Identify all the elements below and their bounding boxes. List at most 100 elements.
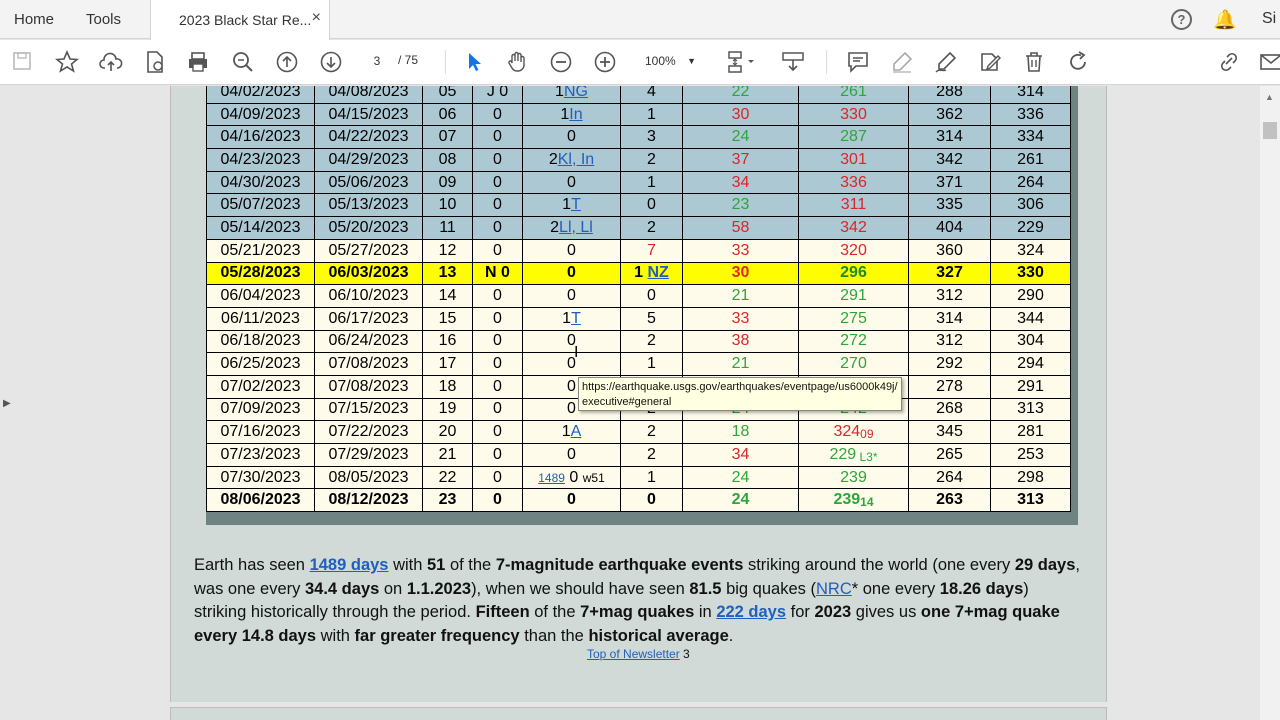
table-cell: 08/05/2023 — [314, 465, 423, 490]
top-of-newsletter-link[interactable]: Top of Newsletter — [587, 647, 680, 661]
table-cell: 11 — [422, 216, 473, 240]
document-tab-title: 2023 Black Star Re... — [179, 12, 312, 28]
table-cell: 335 — [908, 193, 991, 218]
days-link[interactable]: 1489 days — [310, 556, 389, 574]
table-cell: 06/04/2023 — [206, 284, 315, 308]
table-cell: 0 — [472, 216, 523, 240]
select-cursor-icon[interactable] — [462, 50, 486, 74]
event-link[interactable]: Ll, Ll — [559, 219, 593, 236]
zoom-search-icon[interactable] — [231, 50, 255, 74]
table-cell: 327 — [908, 261, 991, 286]
draw-signature-icon[interactable] — [934, 50, 958, 74]
vertical-scrollbar[interactable] — [1260, 86, 1280, 720]
table-cell: 0 — [472, 374, 523, 399]
table-cell: 07/29/2023 — [314, 443, 423, 467]
table-cell: 0 — [472, 306, 523, 331]
zoom-out-icon[interactable] — [549, 50, 573, 74]
trash-icon[interactable] — [1022, 50, 1046, 74]
table-cell: 18 — [422, 374, 473, 399]
highlight-pen-icon[interactable] — [890, 50, 914, 74]
table-cell: 1489 0 w51 — [522, 465, 621, 490]
table-row: 04/16/2023 04/22/2023 07 0 0 3 24 287 314 334 — [206, 125, 1071, 150]
scrollbar-thumb[interactable] — [1263, 122, 1277, 139]
link-tooltip: https://earthquake.usgs.gov/earthquakes/… — [578, 377, 902, 411]
table-cell: 23 — [682, 193, 799, 218]
event-link[interactable]: NZ — [648, 264, 669, 281]
close-icon[interactable]: × — [312, 9, 321, 27]
page-fit-icon[interactable] — [726, 50, 754, 74]
text: * one every — [851, 579, 940, 598]
print-icon[interactable] — [186, 50, 210, 74]
table-cell: 05/21/2023 — [206, 238, 315, 263]
table-cell: 06/10/2023 — [314, 284, 423, 308]
star-icon[interactable] — [54, 49, 80, 74]
zoom-select[interactable]: 100% ▼ — [636, 50, 702, 72]
event-link[interactable]: T — [571, 310, 581, 327]
table-cell: 07/22/2023 — [314, 420, 423, 444]
zoom-in-icon[interactable] — [593, 50, 617, 74]
hand-tool-icon[interactable] — [505, 50, 529, 74]
help-icon[interactable]: ? — [1171, 9, 1192, 30]
comment-icon[interactable] — [846, 50, 870, 74]
expand-panel-icon[interactable]: ▶ — [3, 398, 11, 409]
table-cell: 261 — [798, 86, 909, 104]
table-cell: 20 — [422, 420, 473, 444]
table-cell: 0 — [472, 284, 523, 308]
create-pdf-icon[interactable] — [143, 50, 167, 74]
event-link[interactable]: A — [571, 423, 582, 440]
nrc-link[interactable]: NRC — [816, 580, 852, 598]
table-cell: 360 — [908, 238, 991, 263]
event-link[interactable]: In — [569, 106, 582, 123]
upload-cloud-icon[interactable] — [99, 50, 123, 74]
tab-home[interactable]: Home — [14, 0, 54, 39]
table-cell: 336 — [798, 170, 909, 195]
table-cell: 38 — [682, 329, 799, 354]
scroll-mode-icon[interactable] — [781, 50, 805, 74]
table-cell: 2 — [620, 443, 683, 467]
table-cell: 05/13/2023 — [314, 193, 423, 218]
page-number-input[interactable]: 3 — [362, 50, 392, 72]
table-cell: 2Ll, Ll — [522, 216, 621, 240]
sign-in-link[interactable]: Si — [1262, 10, 1276, 28]
table-cell: 07 — [422, 125, 473, 150]
table-cell: 0 — [522, 170, 621, 195]
table-row: 06/11/2023 06/17/2023 15 0 1T 5 33 275 314 344 — [206, 306, 1071, 331]
previous-page-icon[interactable] — [275, 50, 299, 74]
table-cell: 10 — [422, 193, 473, 218]
event-link[interactable]: NG — [564, 86, 588, 100]
text: . — [728, 626, 734, 645]
table-cell: 294 — [990, 352, 1071, 376]
rotate-icon[interactable] — [1066, 50, 1090, 74]
toolbar-divider — [826, 50, 827, 74]
email-icon[interactable] — [1258, 50, 1280, 74]
page-total: / 75 — [398, 53, 419, 67]
link-icon[interactable] — [1216, 50, 1240, 74]
table-cell: 345 — [908, 420, 991, 444]
save-icon[interactable] — [10, 50, 34, 74]
tab-document[interactable]: 2023 Black Star Re... × — [150, 0, 330, 40]
table-cell: 2 — [620, 216, 683, 240]
edit-text-icon[interactable] — [978, 50, 1002, 74]
table-cell: 3 — [620, 125, 683, 150]
table-cell: 261 — [990, 148, 1071, 172]
bell-icon[interactable]: 🔔 — [1213, 8, 1237, 32]
table-cell: 34 — [682, 170, 799, 195]
table-cell: 04/22/2023 — [314, 125, 423, 150]
table-cell: 04/23/2023 — [206, 148, 315, 172]
tab-tools[interactable]: Tools — [86, 0, 121, 39]
table-cell: 07/08/2023 — [314, 352, 423, 376]
table-cell: 292 — [908, 352, 991, 376]
days-link[interactable]: 1489 — [538, 471, 565, 485]
table-cell: 13 — [422, 261, 473, 286]
222-days-link[interactable]: 222 days — [716, 603, 786, 621]
table-row: 07/30/2023 08/05/2023 22 0 1489 0 w51 1 24 239 2… — [206, 465, 1071, 490]
scroll-up-icon[interactable]: ▲ — [1265, 92, 1274, 102]
text: 18.26 days — [939, 579, 1024, 598]
event-link[interactable]: Kl, In — [558, 151, 594, 168]
table-cell: 05/14/2023 — [206, 216, 315, 240]
table-cell: 0 — [522, 443, 621, 467]
table-cell: 0 — [472, 148, 523, 172]
event-link[interactable]: T — [571, 196, 581, 213]
table-cell: 0 — [522, 329, 621, 354]
next-page-icon[interactable] — [319, 50, 343, 74]
